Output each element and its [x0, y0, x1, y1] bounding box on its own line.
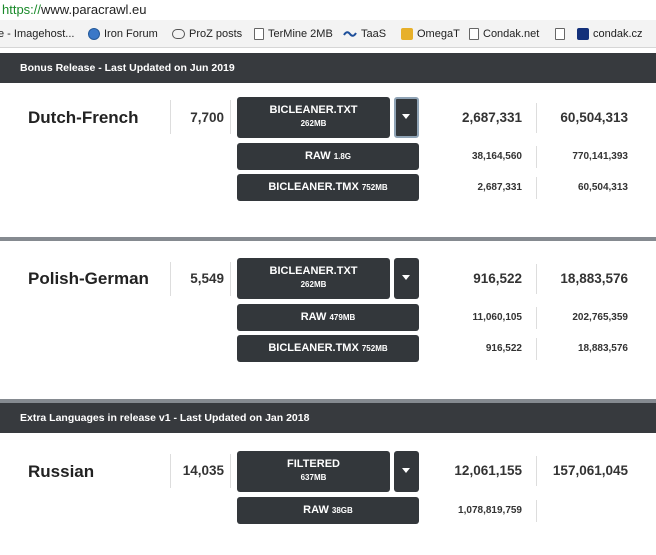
- bookmark-label: condak.cz: [593, 28, 643, 40]
- download-button-bicleaner-tmx[interactable]: BICLEANER.TMX 752MB: [237, 335, 419, 362]
- address-bar[interactable]: https://www.paracrawl.eu: [0, 0, 656, 20]
- caret-down-icon: [402, 114, 410, 119]
- file-size: 752MB: [361, 183, 388, 192]
- format-dropdown-toggle[interactable]: [394, 258, 419, 299]
- word-count: 60,504,313: [560, 110, 628, 125]
- bookmark-termine[interactable]: TerMine 2MB: [254, 20, 333, 47]
- bookmark-label: OmegaT: [417, 28, 460, 40]
- format-dropdown-toggle[interactable]: [394, 97, 419, 138]
- document-icon: [469, 28, 479, 40]
- url-scheme: https://: [2, 2, 42, 17]
- condak-icon: [577, 28, 589, 40]
- button-label: BICLEANER.TMX: [268, 342, 359, 354]
- section-header-bonus: Bonus Release - Last Updated on Jun 2019: [0, 53, 656, 83]
- download-button-raw[interactable]: RAW 38GB: [237, 497, 419, 524]
- bookmark-condak-net[interactable]: Condak.net: [469, 20, 540, 47]
- caret-down-icon: [402, 468, 410, 473]
- language-name: Polish-German: [28, 269, 149, 288]
- wave-icon: [343, 31, 357, 37]
- download-button-bicleaner-txt[interactable]: BICLEANER.TXT 262MB: [237, 258, 390, 299]
- sentence-count: 1,078,819,759: [458, 505, 522, 516]
- button-label: RAW: [304, 150, 331, 162]
- file-size: 1.8G: [333, 152, 352, 161]
- download-button-bicleaner-txt[interactable]: BICLEANER.TXT 262MB: [237, 97, 390, 138]
- bookmarks-bar: e - Imagehost... Iron Forum ProZ posts T…: [0, 20, 656, 48]
- bookmark-condak-cz[interactable]: condak.cz: [577, 20, 643, 47]
- chat-icon: [172, 29, 185, 39]
- column-divider: [170, 454, 171, 488]
- sentence-count: 12,061,155: [454, 463, 522, 478]
- column-divider: [170, 262, 171, 296]
- bookmark-label: ProZ posts: [189, 28, 243, 40]
- download-button-raw[interactable]: RAW 479MB: [237, 304, 419, 331]
- sentence-count: 38,164,560: [471, 151, 522, 162]
- word-count: 18,883,576: [577, 343, 628, 354]
- file-size: 262MB: [300, 119, 327, 128]
- language-name: Russian: [28, 462, 95, 481]
- bookmark-label: Iron Forum: [104, 28, 158, 40]
- bookmark-taas[interactable]: TaaS: [343, 20, 387, 47]
- button-label: BICLEANER.TMX: [268, 181, 359, 193]
- file-size: 38GB: [331, 506, 353, 515]
- button-label: RAW: [300, 311, 327, 323]
- file-size: 752MB: [361, 344, 388, 353]
- button-label: RAW: [303, 504, 329, 516]
- file-size: 637MB: [300, 473, 327, 482]
- sentence-count: 11,060,105: [472, 312, 523, 323]
- download-button-filtered[interactable]: FILTERED 637MB: [237, 451, 390, 492]
- bookmark-proz-posts[interactable]: ProZ posts: [172, 20, 243, 47]
- column-divider: [170, 100, 171, 134]
- download-button-bicleaner-tmx[interactable]: BICLEANER.TMX 752MB: [237, 174, 419, 201]
- bookmark-label: TaaS: [361, 28, 387, 40]
- language-count: 7,700: [190, 110, 224, 125]
- section-header-extra-languages: Extra Languages in release v1 - Last Upd…: [0, 403, 656, 433]
- language-count: 5,549: [190, 271, 224, 286]
- sentence-count: 916,522: [473, 271, 522, 286]
- sentence-count: 2,687,331: [461, 110, 522, 125]
- globe-icon: [88, 28, 100, 40]
- column-divider: [230, 100, 231, 134]
- file-size: 262MB: [300, 280, 327, 289]
- bookmark-label: Condak.net: [483, 28, 540, 40]
- column-divider: [536, 500, 537, 522]
- sentence-count: 2,687,331: [477, 182, 523, 193]
- column-divider: [230, 454, 231, 488]
- bookmark-iron-forum[interactable]: Iron Forum: [88, 20, 158, 47]
- url-host: www.paracrawl.eu: [41, 2, 147, 17]
- omegat-icon: [401, 28, 413, 40]
- row-divider: [0, 237, 656, 241]
- language-name: Dutch-French: [28, 108, 139, 127]
- document-icon: [555, 28, 565, 40]
- word-count: 157,061,045: [552, 463, 628, 478]
- bookmark-label: e - Imagehost...: [0, 28, 75, 40]
- file-size: 479MB: [329, 313, 356, 322]
- document-icon: [254, 28, 264, 40]
- bookmark-omegat[interactable]: OmegaT: [401, 20, 460, 47]
- bookmark-imagehost[interactable]: e - Imagehost...: [0, 20, 75, 47]
- button-label: FILTERED: [287, 458, 340, 470]
- download-button-raw[interactable]: RAW 1.8G: [237, 143, 419, 170]
- word-count: 770,141,393: [572, 151, 628, 162]
- sentence-count: 916,522: [485, 343, 522, 354]
- bookmark-label: TerMine 2MB: [268, 28, 333, 40]
- language-count: 14,035: [182, 463, 224, 478]
- button-label: BICLEANER.TXT: [269, 265, 358, 277]
- button-label: BICLEANER.TXT: [269, 104, 358, 116]
- word-count: 60,504,313: [577, 182, 628, 193]
- word-count: 18,883,576: [560, 271, 628, 286]
- word-count: 202,765,359: [572, 312, 628, 323]
- format-dropdown-toggle[interactable]: [394, 451, 419, 492]
- column-divider: [230, 262, 231, 296]
- bookmark-untitled[interactable]: [555, 20, 569, 47]
- caret-down-icon: [402, 275, 410, 280]
